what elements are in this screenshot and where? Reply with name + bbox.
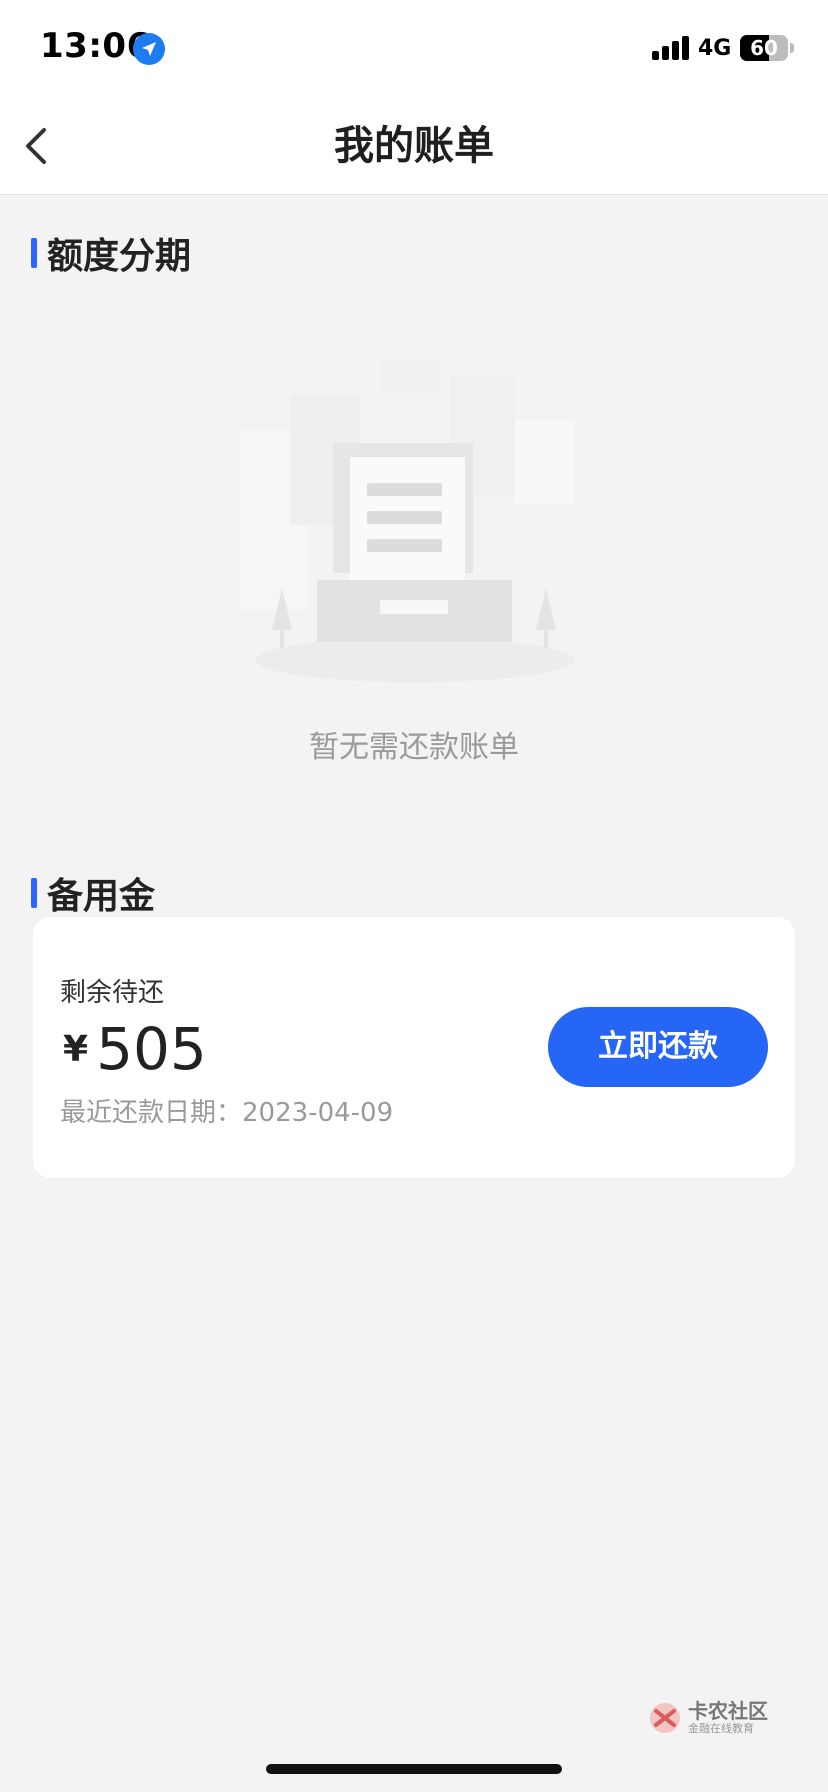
remaining-label: 剩余待还 [60, 978, 165, 1008]
watermark-subtitle: 金融在线教育 [688, 1722, 754, 1735]
home-indicator[interactable] [266, 1764, 562, 1774]
watermark-title: 卡农社区 [688, 1699, 768, 1723]
due-date-value: 2023-04-09 [242, 1098, 394, 1128]
battery-cap [790, 43, 794, 53]
currency-symbol: ¥ [63, 1029, 89, 1070]
location-arrow-icon [133, 33, 165, 65]
network-type: 4G [698, 36, 732, 61]
remaining-amount: ¥505 [63, 1015, 207, 1083]
due-date-label: 最近还款日期： [60, 1098, 243, 1128]
empty-state-text: 暂无需还款账单 [309, 730, 519, 765]
section-header-reserve: 备用金 [31, 867, 155, 919]
chevron-left-icon [26, 128, 46, 164]
section-title-installment: 额度分期 [47, 236, 192, 277]
section-header-installment: 额度分期 [31, 227, 191, 279]
watermark-logo: 卡农社区 金融在线教育 [648, 1700, 768, 1736]
signal-icon [652, 36, 690, 60]
section-title-reserve: 备用金 [47, 876, 156, 917]
reserve-card: 剩余待还 ¥505 最近还款日期：2023-04-09 立即还款 [33, 917, 795, 1178]
section-accent-bar [31, 878, 37, 908]
kanong-logo-icon [650, 1703, 680, 1733]
empty-bill-illustration [240, 355, 575, 682]
battery-icon: 60 [740, 35, 788, 61]
battery-percent: 60 [750, 36, 778, 60]
section-accent-bar [31, 238, 37, 268]
back-button[interactable] [18, 118, 66, 174]
repay-now-button[interactable]: 立即还款 [548, 1007, 768, 1087]
due-date-row: 最近还款日期：2023-04-09 [60, 1092, 393, 1129]
page-title: 我的账单 [334, 123, 494, 169]
amount-value: 505 [96, 1015, 207, 1083]
